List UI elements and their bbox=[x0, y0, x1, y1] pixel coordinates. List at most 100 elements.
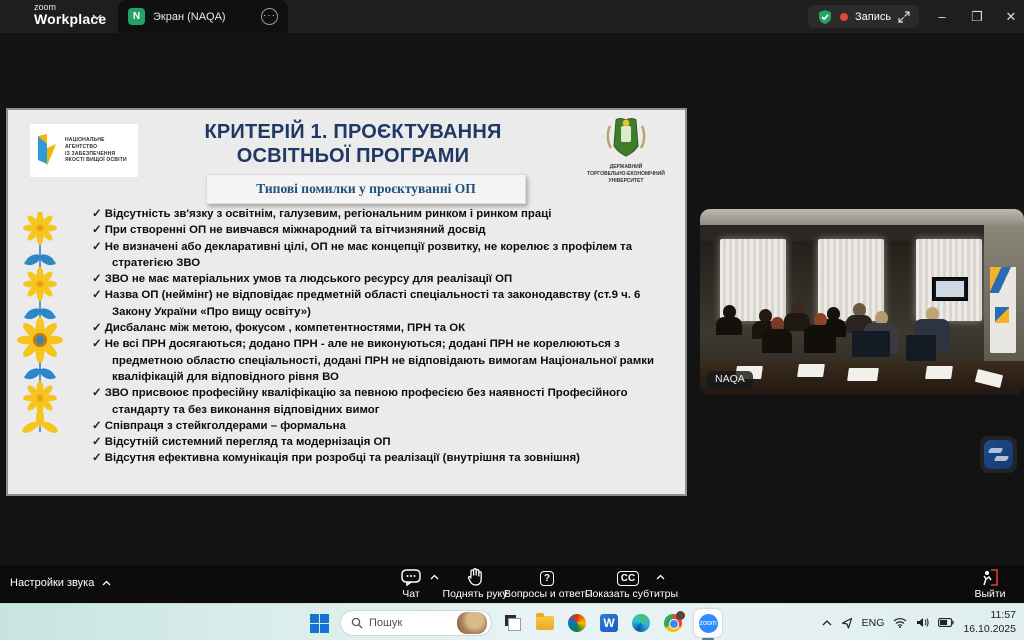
audio-settings-label: Настройки звука bbox=[10, 577, 94, 589]
bullet-item: Відсутній системний перегляд та модерніз… bbox=[92, 434, 682, 450]
maximize-button[interactable]: ❐ bbox=[960, 0, 994, 33]
bullet-item: Відсутня ефективна комунікація при розро… bbox=[92, 450, 682, 466]
speaker-icon[interactable] bbox=[916, 617, 929, 628]
university-logo-line: ТОРГОВЕЛЬНО-ЕКОНОМІЧНИЙ bbox=[580, 171, 672, 178]
qa-label: Вопросы и ответы bbox=[504, 588, 590, 600]
captions-button[interactable]: CC Показать субтитры bbox=[585, 568, 671, 600]
naqa-logo-icon bbox=[34, 134, 60, 168]
word-icon: W bbox=[600, 614, 618, 632]
meeting-toolbar: Настройки звука Чат Поднять руку bbox=[0, 565, 1024, 603]
university-crest-icon bbox=[604, 116, 648, 162]
tab-shared-screen[interactable]: N Экран (NAQA) ··· bbox=[118, 0, 288, 33]
bullet-item: Відсутність зв'язку з освітнім, галузеви… bbox=[92, 206, 682, 222]
tray-time: 11:57 bbox=[963, 609, 1016, 622]
taskbar-search[interactable]: Пошук bbox=[340, 610, 492, 636]
bullet-item: Не визначені або декларативні цілі, ОП н… bbox=[92, 239, 682, 272]
wall-tv bbox=[932, 277, 968, 301]
minimize-button[interactable]: – bbox=[925, 0, 959, 33]
bullet-item: ЗВО не має матеріальних умов та людськог… bbox=[92, 271, 682, 287]
leave-button[interactable]: Выйти bbox=[960, 568, 1020, 600]
participant-avatar: N bbox=[128, 8, 145, 25]
title-bar: zoom Workplace N Экран (NAQA) ··· Запись… bbox=[0, 0, 1024, 33]
slide-subtitle: Типові помилки у проєктуванні ОП bbox=[256, 181, 476, 197]
slide-title: КРИТЕРІЙ 1. ПРОЄКТУВАННЯ ОСВІТНЬОЇ ПРОГР… bbox=[158, 120, 548, 168]
chevron-down-icon[interactable] bbox=[92, 12, 102, 22]
participant-video-tile[interactable]: NAQA bbox=[700, 209, 1024, 395]
folder-icon bbox=[536, 616, 554, 630]
rollup-banner bbox=[990, 267, 1016, 353]
app-glyph-icon bbox=[984, 440, 1013, 469]
close-button[interactable]: ✕ bbox=[994, 0, 1024, 33]
zoom-app-button-active[interactable]: zoom bbox=[694, 609, 722, 637]
start-button[interactable] bbox=[308, 612, 330, 634]
naqa-logo-line: АГЕНТСТВО bbox=[65, 144, 127, 151]
bullet-item: ЗВО присвоює професійну кваліфікацію за … bbox=[92, 385, 682, 418]
tray-clock[interactable]: 11:57 16.10.2025 bbox=[963, 609, 1016, 635]
security-shield-icon bbox=[817, 9, 833, 25]
cc-icon: CC bbox=[617, 571, 639, 586]
naqa-logo-line: НАЦІОНАЛЬНЕ bbox=[65, 137, 127, 144]
search-icon bbox=[351, 617, 363, 629]
chat-bubble-icon bbox=[401, 569, 421, 586]
battery-icon[interactable] bbox=[938, 618, 954, 627]
location-arrow-icon[interactable] bbox=[841, 617, 853, 629]
university-logo-line: ДЕРЖАВНИЙ bbox=[580, 164, 672, 171]
word-button[interactable]: W bbox=[598, 612, 620, 634]
windows-logo-icon bbox=[310, 614, 329, 633]
edge-icon bbox=[632, 614, 650, 632]
university-logo-line: УНІВЕРСИТЕТ bbox=[580, 178, 672, 185]
tab-label: Экран (NAQA) bbox=[153, 11, 261, 23]
laptop bbox=[906, 335, 936, 361]
task-view-icon bbox=[505, 615, 521, 631]
naqa-logo: НАЦІОНАЛЬНЕ АГЕНТСТВО ІЗ ЗАБЕЗПЕЧЕННЯ ЯК… bbox=[30, 124, 138, 177]
name-card bbox=[797, 364, 825, 377]
naqa-logo-line: ЯКОСТІ ВИЩОЇ ОСВІТИ bbox=[65, 157, 127, 164]
zoom-workplace-window: zoom Workplace N Экран (NAQA) ··· Запись… bbox=[0, 0, 1024, 640]
bullet-item: Не всі ПРН досягаються; додано ПРН - але… bbox=[92, 336, 682, 385]
captions-chevron-up-icon[interactable] bbox=[656, 574, 665, 580]
bullet-item: Дисбаланс між метою, фокусом , компетент… bbox=[92, 320, 682, 336]
raised-hand-icon bbox=[467, 568, 483, 586]
bullet-item: Назва ОП (неймінг) не відповідає предмет… bbox=[92, 287, 682, 320]
participant-name-badge: NAQA bbox=[707, 371, 753, 388]
captions-label: Показать субтитры bbox=[585, 588, 671, 600]
video-scene-ceiling bbox=[700, 209, 1024, 225]
wifi-icon[interactable] bbox=[893, 617, 907, 628]
chrome-button[interactable] bbox=[662, 612, 684, 634]
question-box-icon: ? bbox=[540, 571, 554, 586]
tray-date: 16.10.2025 bbox=[963, 623, 1016, 636]
recording-indicator[interactable]: Запись bbox=[808, 5, 919, 28]
bullet-item: При створенні ОП не вивчався міжнародний… bbox=[92, 222, 682, 238]
language-indicator[interactable]: ENG bbox=[862, 617, 885, 629]
qa-button[interactable]: ? Вопросы и ответы bbox=[504, 568, 590, 600]
name-card bbox=[925, 366, 953, 379]
office-button[interactable] bbox=[566, 612, 588, 634]
expand-icon[interactable] bbox=[898, 11, 910, 23]
laptop bbox=[852, 331, 890, 357]
slide-bullet-list: Відсутність зв'язку з освітнім, галузеви… bbox=[92, 206, 682, 467]
file-explorer-button[interactable] bbox=[534, 612, 556, 634]
search-placeholder: Пошук bbox=[369, 617, 451, 629]
shared-slide: НАЦІОНАЛЬНЕ АГЕНТСТВО ІЗ ЗАБЕЗПЕЧЕННЯ ЯК… bbox=[8, 110, 685, 494]
bullet-item: Співпраця з стейкголдерами – формальна bbox=[92, 418, 682, 434]
edge-button[interactable] bbox=[630, 612, 652, 634]
leave-label: Выйти bbox=[960, 588, 1020, 600]
university-logo: ДЕРЖАВНИЙ ТОРГОВЕЛЬНО-ЕКОНОМІЧНИЙ УНІВЕР… bbox=[580, 116, 672, 185]
audio-settings-button[interactable]: Настройки звука bbox=[10, 577, 111, 589]
chrome-icon bbox=[664, 614, 682, 632]
leave-door-icon bbox=[981, 569, 999, 586]
task-view-button[interactable] bbox=[502, 612, 524, 634]
zoom-app-icon: zoom bbox=[699, 614, 718, 633]
tray-chevron-up-icon[interactable] bbox=[822, 619, 832, 626]
name-card bbox=[847, 368, 879, 381]
recording-label: Запись bbox=[855, 11, 891, 23]
search-highlight-image[interactable] bbox=[457, 612, 487, 634]
floating-app-button[interactable] bbox=[980, 436, 1017, 473]
slide-subtitle-box: Типові помилки у проєктуванні ОП bbox=[206, 174, 526, 204]
windows-taskbar: Пошук W zoom ENG bbox=[0, 603, 1024, 640]
tab-more-icon[interactable]: ··· bbox=[261, 8, 278, 25]
office-icon bbox=[568, 614, 586, 632]
recording-dot-icon bbox=[840, 13, 848, 21]
chevron-up-icon bbox=[102, 580, 111, 586]
floral-ornament-icon bbox=[16, 212, 64, 440]
